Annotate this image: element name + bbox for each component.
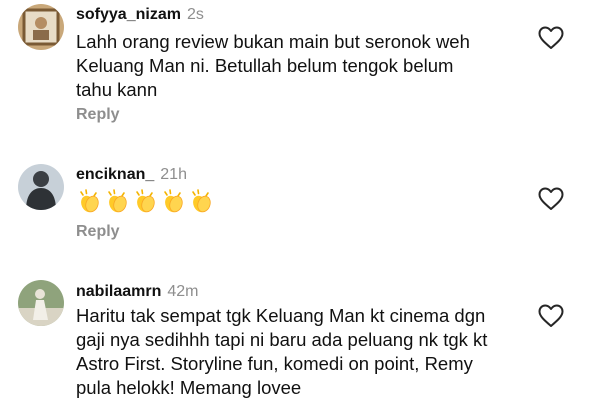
- timestamp: 42m: [167, 283, 199, 300]
- comment-text: Lahh orang review bukan main but seronok…: [76, 30, 516, 102]
- heart-outline-icon[interactable]: [538, 304, 564, 328]
- comment-meta: enciknan_ 21h: [76, 165, 187, 185]
- clapping-hands-icon: [80, 189, 99, 213]
- avatar[interactable]: [18, 164, 64, 210]
- comment-meta: nabilaamrn 42m: [76, 282, 198, 302]
- username[interactable]: nabilaamrn: [76, 283, 161, 300]
- timestamp: 21h: [160, 166, 187, 183]
- clapping-hands-icon: [192, 189, 211, 213]
- clapping-hands-icon: [136, 189, 155, 213]
- clapping-hands-icon: [164, 189, 183, 213]
- timestamp: 2s: [186, 6, 204, 23]
- comment-text-line: Astro First. Storyline fun, komedi on po…: [76, 353, 473, 374]
- username[interactable]: enciknan_: [76, 166, 154, 183]
- avatar[interactable]: [18, 4, 64, 50]
- comment-item: enciknan_ 21h Reply: [0, 150, 591, 250]
- heart-outline-icon[interactable]: [538, 187, 564, 211]
- comment-text-line: pula helokk! Memang lovee: [76, 377, 302, 398]
- comment-item: sofyya_nizam 2s Lahh orang review bukan m…: [0, 0, 591, 130]
- comment-text-line: Keluang Man ni. Betullah belum tengok be…: [76, 55, 454, 76]
- comment-meta: sofyya_nizam 2s: [76, 5, 204, 25]
- comment-text-line: Haritu tak sempat tgk Keluang Man kt cin…: [76, 305, 486, 326]
- comment-item: nabilaamrn 42m Haritu tak sempat tgk Kelu…: [0, 270, 591, 400]
- reply-button[interactable]: Reply: [76, 106, 120, 124]
- reply-button[interactable]: Reply: [76, 223, 120, 241]
- clapping-hands-icon: [108, 189, 127, 213]
- heart-outline-icon[interactable]: [538, 26, 564, 50]
- avatar[interactable]: [18, 280, 64, 326]
- comment-text: Haritu tak sempat tgk Keluang Man kt cin…: [76, 304, 536, 400]
- comment-text-line: tahu kann: [76, 79, 158, 100]
- emoji-reaction-row: [76, 188, 214, 214]
- comment-text-line: gaji nya sedihhh tapi ni baru ada peluan…: [76, 329, 488, 350]
- username[interactable]: sofyya_nizam: [76, 6, 181, 23]
- comment-text-line: Lahh orang review bukan main but seronok…: [76, 31, 470, 52]
